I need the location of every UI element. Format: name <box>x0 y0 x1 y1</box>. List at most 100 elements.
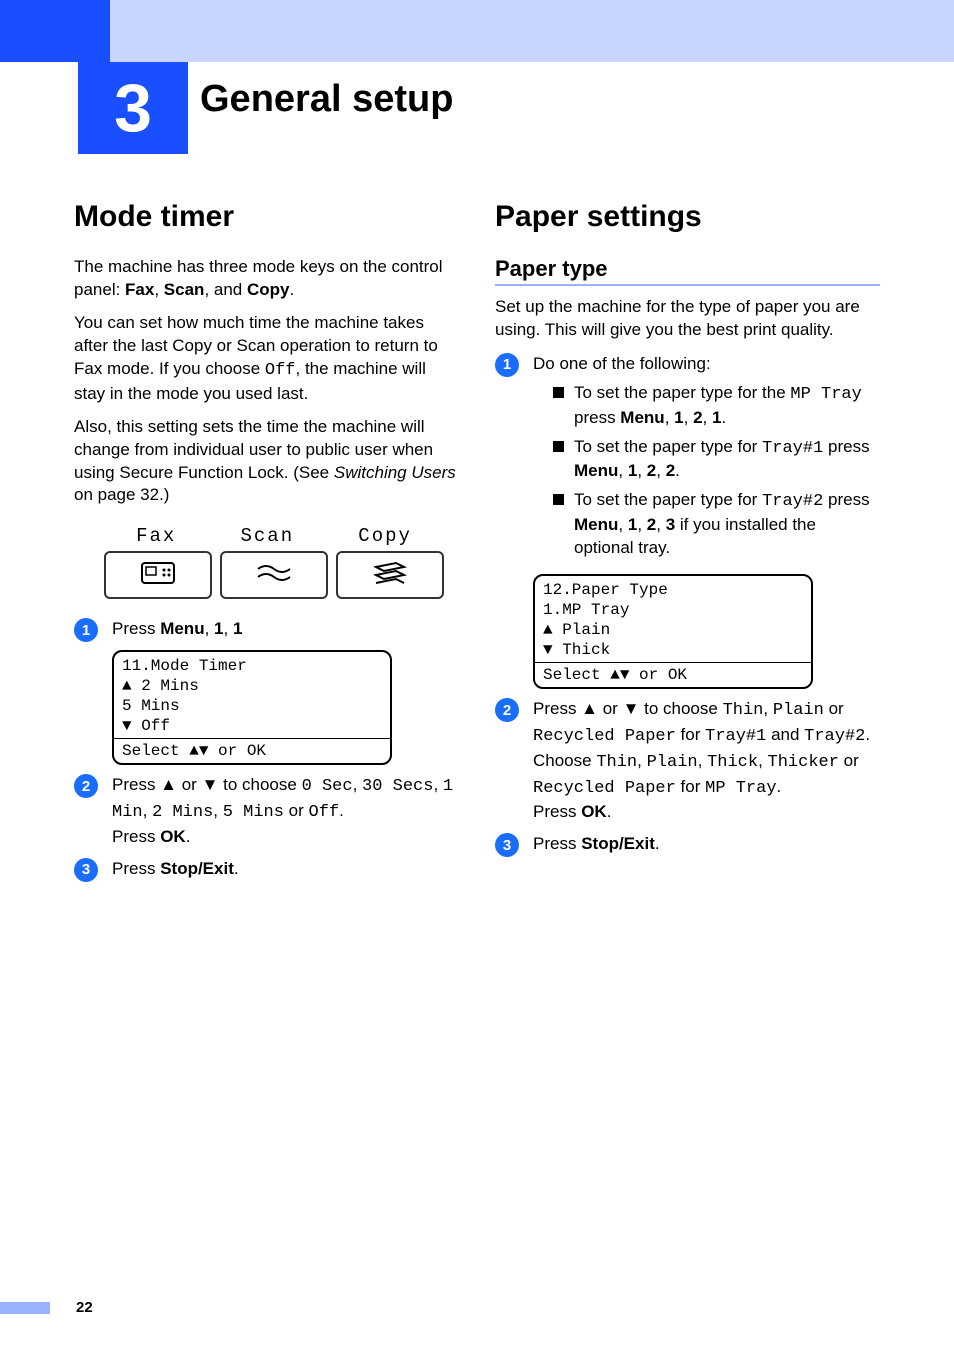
bold: Stop/Exit <box>160 859 234 878</box>
text: , <box>154 280 163 299</box>
page-number: 22 <box>76 1299 93 1316</box>
step-text: Press ▲ or ▼ to choose 0 Sec, 30 Secs, 1… <box>112 773 459 848</box>
mono: Recycled Paper <box>533 727 676 746</box>
text: or <box>284 801 309 820</box>
mono: Thin <box>723 701 764 720</box>
bold: Menu <box>574 515 618 534</box>
step-text: Press ▲ or ▼ to choose Thin, Plain or Re… <box>533 697 880 824</box>
mono: Plain <box>647 753 698 772</box>
bullet-tray1: To set the paper type for Tray#1 press M… <box>553 436 880 484</box>
text: , <box>656 515 665 534</box>
mono: Thin <box>596 753 637 772</box>
mode-timer-intro-2: You can set how much time the machine ta… <box>74 312 459 406</box>
mode-key-labels: Fax Scan Copy <box>104 525 444 547</box>
left-step-2: 2 Press ▲ or ▼ to choose 0 Sec, 30 Secs,… <box>74 773 459 848</box>
lcd-line: ▲ 2 Mins <box>122 676 382 696</box>
text: . <box>675 461 680 480</box>
text: Press <box>533 834 581 853</box>
lcd-line: 1.MP Tray <box>543 600 803 620</box>
step-number: 2 <box>495 698 519 722</box>
mono: 2 Mins <box>152 803 213 822</box>
text: Press <box>533 802 581 821</box>
subsection-paper-type: Paper type <box>495 256 880 286</box>
mono: Tray#1 <box>762 439 823 458</box>
text: , <box>618 461 627 480</box>
lcd-paper-type: 12.Paper Type 1.MP Tray ▲ Plain ▼ Thick … <box>533 574 813 689</box>
lcd-line: ▲ Plain <box>543 620 803 640</box>
text: . <box>655 834 660 853</box>
mono: MP Tray <box>790 385 861 404</box>
bullet-text: To set the paper type for the MP Tray pr… <box>574 382 880 430</box>
bold: Stop/Exit <box>581 834 655 853</box>
bold: Fax <box>125 280 154 299</box>
text: To set the paper type for <box>574 490 762 509</box>
text: , <box>656 461 665 480</box>
text: press <box>574 408 620 427</box>
text: . <box>721 408 726 427</box>
bold: Menu <box>160 619 204 638</box>
page-footer: 22 <box>0 1299 93 1316</box>
text: . <box>339 801 344 820</box>
mono: Thick <box>707 753 758 772</box>
header-accent <box>0 0 110 62</box>
text: Press <box>112 859 160 878</box>
text: , <box>433 775 442 794</box>
step-number: 2 <box>74 774 98 798</box>
lcd-line: 11.Mode Timer <box>122 656 382 676</box>
bold: 1 <box>214 619 223 638</box>
mono: Off <box>265 361 296 380</box>
text: and <box>766 725 804 744</box>
text: , <box>665 408 674 427</box>
lcd-line: ▼ Off <box>122 716 382 736</box>
lcd-line: ▼ Thick <box>543 640 803 660</box>
text: , <box>637 461 646 480</box>
mono: Tray#2 <box>762 492 823 511</box>
step-number: 3 <box>495 833 519 857</box>
copy-icon <box>368 557 412 594</box>
text: for <box>676 725 705 744</box>
lcd-rule <box>114 738 390 739</box>
mono: 30 Secs <box>362 777 433 796</box>
left-step-3: 3 Press Stop/Exit. <box>74 857 459 882</box>
square-bullet-icon <box>553 441 564 452</box>
bold: 2 <box>647 461 656 480</box>
text: . <box>234 859 239 878</box>
scan-label: Scan <box>241 525 295 547</box>
text: , <box>698 751 707 770</box>
mono: Plain <box>773 701 824 720</box>
square-bullet-icon <box>553 387 564 398</box>
copy-key <box>336 551 444 599</box>
bold: Menu <box>620 408 664 427</box>
square-bullet-icon <box>553 494 564 505</box>
scan-icon <box>252 557 296 594</box>
fax-label: Fax <box>136 525 176 547</box>
text: press <box>823 437 869 456</box>
header-bar <box>0 0 954 62</box>
content-columns: Mode timer The machine has three mode ke… <box>74 200 880 890</box>
right-step-2: 2 Press ▲ or ▼ to choose Thin, Plain or … <box>495 697 880 824</box>
bold: 2 <box>647 515 656 534</box>
text: , <box>618 515 627 534</box>
fax-key <box>104 551 212 599</box>
copy-label: Copy <box>358 525 412 547</box>
text: , <box>143 801 152 820</box>
mono: Recycled Paper <box>533 779 676 798</box>
section-mode-timer: Mode timer <box>74 200 459 234</box>
bullet-text: To set the paper type for Tray#1 press M… <box>574 436 880 484</box>
mode-timer-intro-3: Also, this setting sets the time the mac… <box>74 416 459 508</box>
right-column: Paper settings Paper type Set up the mac… <box>495 200 880 890</box>
bold: 1 <box>233 619 242 638</box>
mode-timer-intro-1: The machine has three mode keys on the c… <box>74 256 459 302</box>
text: To set the paper type for the <box>574 383 790 402</box>
step-text: Press Stop/Exit. <box>112 857 459 881</box>
chapter-number: 3 <box>114 69 152 147</box>
bold: 3 <box>666 515 675 534</box>
scan-key <box>220 551 328 599</box>
mode-keys-row <box>104 551 444 599</box>
text: or <box>824 699 844 718</box>
bold: 1 <box>628 461 637 480</box>
mono: Tray#1 <box>705 727 766 746</box>
lcd-rule <box>535 662 811 663</box>
text: Press <box>112 619 160 638</box>
mono: 5 Mins <box>223 803 284 822</box>
